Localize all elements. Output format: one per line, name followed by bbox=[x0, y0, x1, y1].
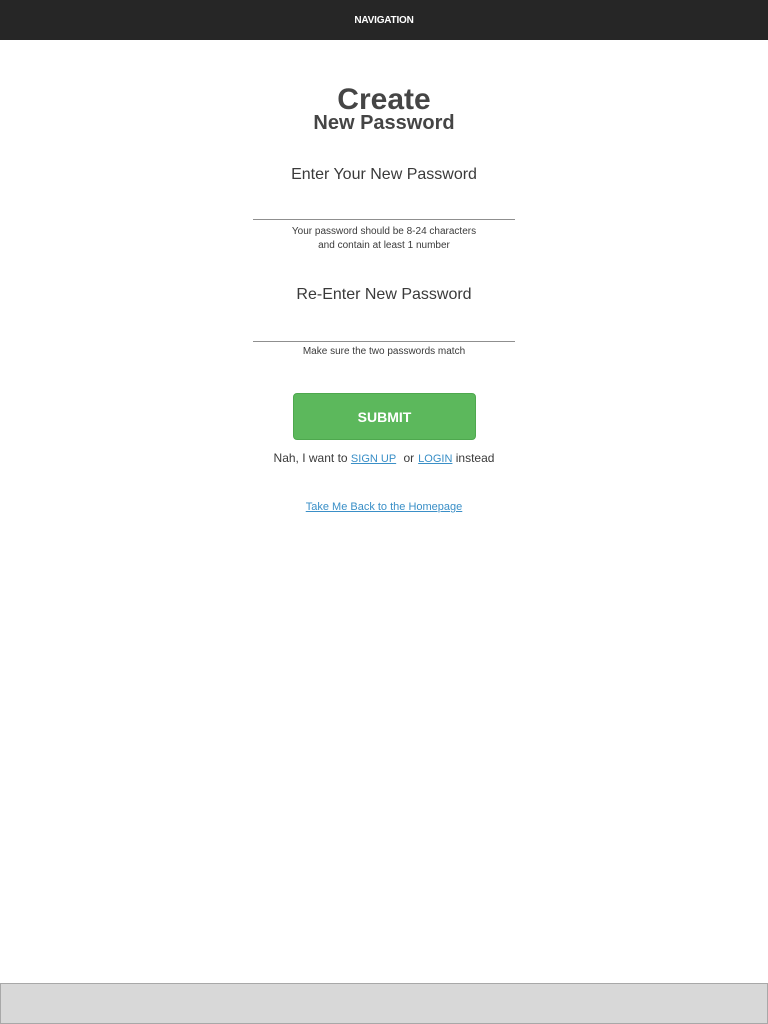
page: NAVIGATION Create New Password Enter You… bbox=[0, 0, 768, 1024]
login-link[interactable]: LOGIN bbox=[418, 453, 452, 465]
home-link[interactable]: Take Me Back to the Homepage bbox=[306, 501, 463, 513]
signup-link[interactable]: SIGN UP bbox=[351, 453, 396, 465]
new-password-hint-line1: Your password should be 8-24 characters bbox=[291, 226, 477, 237]
navigation-bar: NAVIGATION bbox=[0, 0, 768, 40]
home-link-container: Take Me Back to the Homepage bbox=[0, 497, 768, 515]
new-password-input[interactable] bbox=[253, 195, 515, 220]
alternate-actions: Nah, I want to SIGN UP or LOGIN instead bbox=[0, 451, 768, 465]
new-password-hint: Your password should be 8-24 characters … bbox=[0, 225, 768, 253]
alternate-prefix: Nah, I want to bbox=[273, 451, 348, 465]
new-password-label: Enter Your New Password bbox=[291, 166, 477, 183]
reenter-password-hint: Make sure the two passwords match bbox=[302, 346, 466, 357]
footer-bar bbox=[0, 983, 768, 1024]
alternate-or: or bbox=[403, 451, 415, 465]
reenter-password-input[interactable] bbox=[253, 317, 515, 342]
page-subtitle: New Password bbox=[313, 112, 455, 134]
navigation-title[interactable]: NAVIGATION bbox=[354, 15, 413, 26]
new-password-hint-line2: and contain at least 1 number bbox=[318, 240, 450, 251]
reenter-password-label: Re-Enter New Password bbox=[296, 286, 472, 303]
submit-button[interactable]: SUBMIT bbox=[293, 393, 476, 440]
alternate-suffix: instead bbox=[455, 451, 495, 465]
